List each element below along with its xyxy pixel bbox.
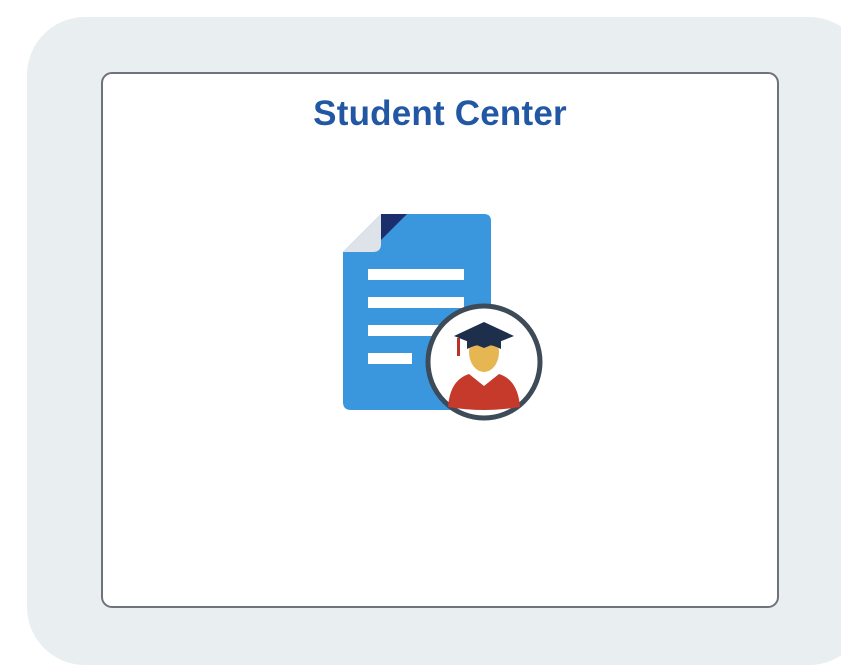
document-line-4 — [368, 353, 412, 364]
document-corner — [343, 214, 381, 252]
cap-tassel — [457, 338, 460, 356]
student-center-tile[interactable]: Student Center — [101, 72, 779, 608]
document-line-1 — [368, 269, 464, 280]
document-line-2 — [368, 297, 464, 308]
tile-title: Student Center — [313, 94, 567, 133]
student-document-icon — [343, 214, 543, 421]
